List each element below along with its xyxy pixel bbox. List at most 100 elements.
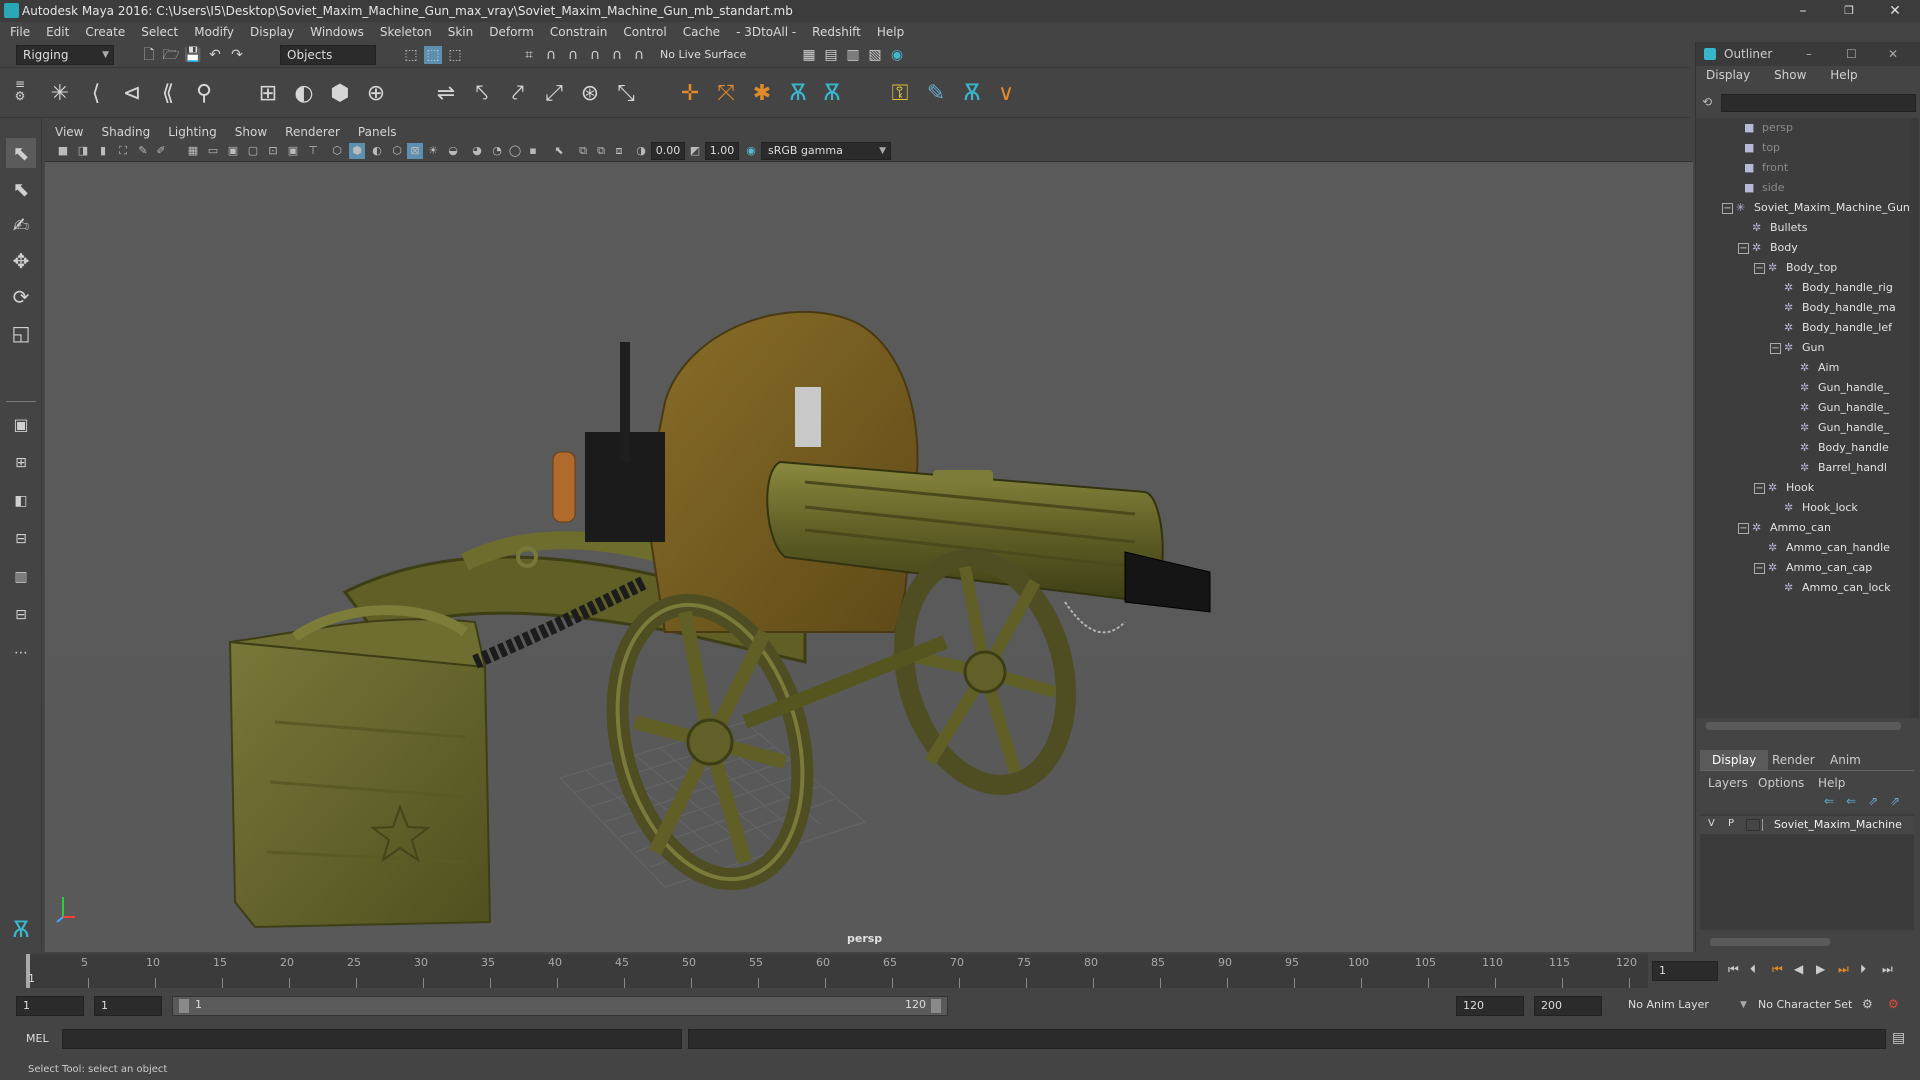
outliner-hscrollbar[interactable] (1706, 722, 1901, 730)
selection-mode-dropdown[interactable]: Objects (280, 45, 376, 65)
help-menu[interactable]: Help (1818, 776, 1845, 790)
menu-skeleton[interactable]: Skeleton (380, 25, 432, 39)
hypershade-layout-icon[interactable]: ▥ (6, 562, 36, 592)
move-layer-up-icon[interactable]: ⇐ (1824, 794, 1834, 808)
tree-item-camera[interactable]: ■ top (1744, 138, 1780, 158)
outliner-menu-help[interactable]: Help (1830, 68, 1857, 82)
undo-icon[interactable]: ↶ (206, 46, 224, 64)
resolution-gate-icon[interactable]: ▣ (225, 143, 241, 159)
tab-render[interactable]: Render (1760, 750, 1827, 770)
two-d-pan-icon[interactable]: ✐ (153, 143, 169, 159)
menu-constrain[interactable]: Constrain (550, 25, 608, 39)
bookmark-icon[interactable]: ▮ (95, 143, 111, 159)
pole-vector-icon[interactable]: ⤡ (612, 80, 640, 108)
go-to-end-icon[interactable]: ⏭ (1882, 962, 1893, 977)
grease-pencil-icon[interactable]: ✎ (135, 143, 151, 159)
shadows-icon[interactable]: ◒ (445, 143, 461, 159)
lattice-icon[interactable]: ⬢ (326, 80, 354, 108)
menu-display[interactable]: Display (250, 25, 294, 39)
human-ik-icon[interactable]: ⚲ (190, 80, 218, 108)
persp-graph-layout-icon[interactable]: ⊟ (6, 524, 36, 554)
xray-components-icon[interactable]: ⧈ (611, 143, 627, 159)
tree-item-camera[interactable]: ■ front (1744, 158, 1788, 178)
layer-visible-toggle[interactable]: V (1708, 818, 1715, 829)
smooth-shade-icon[interactable]: ⬢ (349, 143, 365, 159)
exposure-icon[interactable]: ◑ (633, 143, 649, 159)
menu-skin[interactable]: Skin (448, 25, 474, 39)
render-frame-icon[interactable]: ▤ (822, 46, 840, 64)
close-button[interactable]: ✕ (1872, 0, 1918, 22)
panel-menu-view[interactable]: View (55, 125, 83, 139)
locator-icon[interactable]: ✛ (676, 80, 704, 108)
default-material-icon[interactable]: ◐ (369, 143, 385, 159)
step-forward-key-icon[interactable]: ⏭ (1838, 962, 1849, 977)
outliner-menu-display[interactable]: Display (1706, 68, 1750, 82)
tree-item[interactable]: ✲ Gun (1784, 338, 1824, 358)
select-by-hierarchy-icon[interactable]: ⬚ (402, 46, 420, 64)
ik-handle-icon[interactable]: ⟨ (82, 80, 110, 108)
tab-display[interactable]: Display (1700, 750, 1769, 770)
shelf-v-icon[interactable]: ∨ (992, 80, 1020, 108)
rotate-tool-icon[interactable]: ⟳ (6, 282, 36, 312)
gamma-field[interactable]: 1.00 (705, 142, 739, 160)
maya-shelf-a-icon[interactable]: Ѫ (784, 80, 812, 108)
shelf-options-icon[interactable]: ≡ ⚙ (14, 78, 26, 106)
menu-file[interactable]: File (10, 25, 30, 39)
collapse-icon[interactable]: − (1754, 483, 1765, 494)
perspective-viewport[interactable]: persp (45, 162, 1693, 952)
collapse-icon[interactable]: − (1722, 203, 1733, 214)
machine-gun-model[interactable] (45, 162, 1693, 952)
film-gate-icon[interactable]: ▭ (205, 143, 221, 159)
hypershade-icon[interactable]: ◉ (888, 46, 906, 64)
scene-end-field[interactable]: 200 (1534, 996, 1602, 1016)
snap-curve-icon[interactable]: ∩ (542, 46, 560, 64)
maya-shelf-c-icon[interactable]: Ѫ (958, 80, 986, 108)
playback-start-field[interactable]: 1 (94, 996, 162, 1016)
new-scene-icon[interactable]: 🗋 (140, 46, 158, 64)
outliner-maximize-icon[interactable]: ☐ (1846, 42, 1857, 66)
collapse-icon[interactable]: − (1754, 263, 1765, 274)
wireframe-on-shaded-icon[interactable]: ⬡ (389, 143, 405, 159)
play-backwards-icon[interactable]: ◀ (1794, 962, 1803, 976)
save-scene-icon[interactable]: 💾 (184, 46, 202, 64)
persp-outliner-layout-icon[interactable]: ◧ (6, 486, 36, 516)
snap-surface-icon[interactable]: ∩ (608, 46, 626, 64)
gamma-icon[interactable]: ◩ (687, 143, 703, 159)
collapse-icon[interactable]: − (1754, 563, 1765, 574)
panel-menu-renderer[interactable]: Renderer (285, 125, 340, 139)
layer-name[interactable]: Soviet_Maxim_Machine (1774, 818, 1902, 831)
step-back-key-icon[interactable]: ⏮ (1772, 962, 1783, 977)
menu-select[interactable]: Select (141, 25, 178, 39)
tree-item[interactable]: ✲ Body_top (1768, 258, 1837, 278)
collapse-icon[interactable]: − (1770, 343, 1781, 354)
menu-edit[interactable]: Edit (46, 25, 69, 39)
live-surface-label[interactable]: No Live Surface (660, 48, 746, 61)
script-editor-icon[interactable]: ▤ (1892, 1030, 1905, 1046)
parent-constraint-icon[interactable]: ⇌ (432, 80, 460, 108)
tree-item[interactable]: ✲ Hook (1768, 478, 1814, 498)
command-input[interactable] (62, 1029, 682, 1049)
bind-skin-icon[interactable]: ⊞ (254, 80, 282, 108)
playback-end-field[interactable]: 120 (1456, 996, 1524, 1016)
layer-hscrollbar[interactable] (1710, 938, 1830, 946)
menu-modify[interactable]: Modify (194, 25, 234, 39)
panel-menu-panels[interactable]: Panels (358, 125, 397, 139)
tree-item-camera[interactable]: ■ persp (1744, 118, 1793, 138)
scale-tool-icon[interactable]: ◱ (6, 318, 36, 348)
layer-row[interactable]: V P Soviet_Maxim_Machine (1700, 816, 1914, 834)
orient-constraint-icon[interactable]: ⤤ (504, 80, 532, 108)
lasso-tool-icon[interactable]: ⬉ (6, 174, 36, 204)
ipr-render-icon[interactable]: ▥ (844, 46, 862, 64)
menu-3dtoall[interactable]: - 3DtoAll - (736, 25, 796, 39)
script-language-label[interactable]: MEL (26, 1032, 49, 1045)
screen-space-ao-icon[interactable]: ◕ (469, 143, 485, 159)
maya-shelf-b-icon[interactable]: Ѫ (818, 80, 846, 108)
time-ruler[interactable]: 1 5 10 15 20 25 30 35 40 45 50 55 60 65 … (26, 954, 1648, 988)
tree-item[interactable]: ✲ Body (1752, 238, 1798, 258)
outliner-scrollbar[interactable] (1911, 118, 1919, 718)
exposure-field[interactable]: 0.00 (651, 142, 685, 160)
paint-select-icon[interactable]: ✍ (6, 210, 36, 240)
preferences-icon[interactable]: ⚙ (1888, 997, 1899, 1011)
minimize-button[interactable]: – (1780, 0, 1826, 22)
view-transform-dropdown[interactable]: sRGB gamma ▼ (761, 142, 891, 160)
